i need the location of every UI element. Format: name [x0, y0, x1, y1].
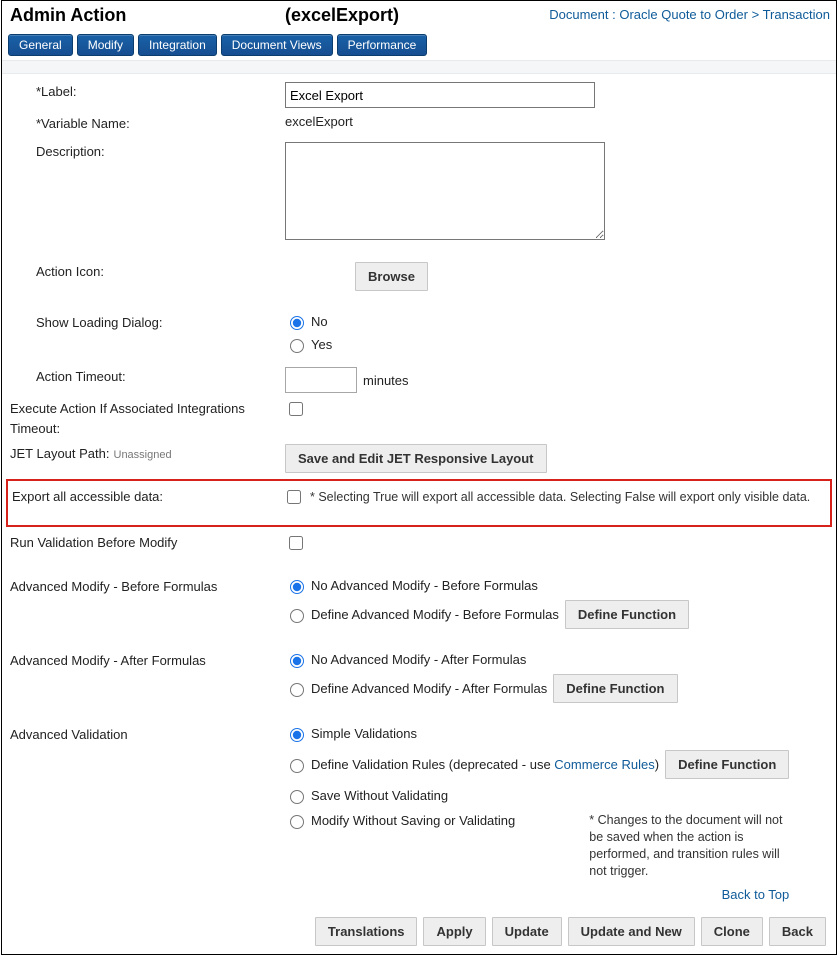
action-timeout-label: Action Timeout:	[10, 367, 285, 387]
validation-save-text: Save Without Validating	[311, 788, 448, 803]
validation-simple-option[interactable]: Simple Validations	[285, 725, 789, 742]
run-validation-label: Run Validation Before Modify	[10, 533, 285, 553]
browse-button[interactable]: Browse	[355, 262, 428, 291]
show-loading-no-radio[interactable]	[290, 316, 304, 330]
validation-define-radio[interactable]	[290, 759, 304, 773]
tab-general[interactable]: General	[8, 34, 73, 56]
variable-name-value: excelExport	[285, 114, 353, 129]
validation-simple-text: Simple Validations	[311, 726, 417, 741]
action-timeout-input[interactable]	[285, 367, 357, 393]
validation-note: * Changes to the document will not be sa…	[589, 813, 782, 878]
export-all-highlight: Export all accessible data: * Selecting …	[6, 479, 832, 527]
jet-path-label: JET Layout Path:	[10, 444, 110, 464]
breadcrumb: Document : Oracle Quote to Order > Trans…	[549, 5, 830, 22]
validation-modify-radio[interactable]	[290, 815, 304, 829]
page-subtitle: (excelExport)	[285, 5, 399, 26]
tab-bar: General Modify Integration Document View…	[8, 34, 832, 56]
adv-before-no-option[interactable]: No Advanced Modify - Before Formulas	[285, 577, 689, 594]
validation-define-function-button[interactable]: Define Function	[665, 750, 789, 779]
adv-after-no-option[interactable]: No Advanced Modify - After Formulas	[285, 651, 678, 668]
export-all-label: Export all accessible data:	[8, 487, 283, 507]
adv-before-define-text: Define Advanced Modify - Before Formulas	[311, 607, 559, 622]
translations-button[interactable]: Translations	[315, 917, 418, 946]
apply-button[interactable]: Apply	[423, 917, 485, 946]
execute-integrations-label: Execute Action If Associated Integration…	[10, 399, 285, 438]
show-loading-yes-option[interactable]: Yes	[285, 336, 332, 353]
page-title: Admin Action	[10, 5, 285, 26]
description-label: Description:	[10, 142, 285, 162]
label-input[interactable]	[285, 82, 595, 108]
execute-integrations-checkbox[interactable]	[289, 402, 303, 416]
run-validation-checkbox[interactable]	[289, 536, 303, 550]
show-loading-no-option[interactable]: No	[285, 313, 332, 330]
save-edit-jet-button[interactable]: Save and Edit JET Responsive Layout	[285, 444, 547, 473]
adv-before-no-text: No Advanced Modify - Before Formulas	[311, 578, 538, 593]
validation-modify-option[interactable]: Modify Without Saving or Validating	[285, 812, 515, 829]
export-all-checkbox[interactable]	[287, 490, 301, 504]
adv-validation-label: Advanced Validation	[10, 725, 285, 745]
validation-save-option[interactable]: Save Without Validating	[285, 787, 789, 804]
adv-before-no-radio[interactable]	[290, 580, 304, 594]
update-and-new-button[interactable]: Update and New	[568, 917, 695, 946]
tab-performance[interactable]: Performance	[337, 34, 428, 56]
validation-modify-text: Modify Without Saving or Validating	[311, 813, 515, 828]
adv-before-define-function-button[interactable]: Define Function	[565, 600, 689, 629]
adv-before-define-radio[interactable]	[290, 609, 304, 623]
button-bar: Translations Apply Update Update and New…	[10, 917, 828, 946]
breadcrumb-link-transaction[interactable]: Transaction	[763, 7, 830, 22]
jet-path-value: Unassigned	[114, 447, 172, 464]
export-all-hint: * Selecting True will export all accessi…	[310, 490, 810, 504]
section-divider	[2, 60, 836, 74]
show-loading-yes-text: Yes	[311, 337, 332, 352]
description-textarea[interactable]	[285, 142, 605, 240]
label-label: *Label:	[10, 82, 285, 102]
tab-document-views[interactable]: Document Views	[221, 34, 333, 56]
adv-before-label: Advanced Modify - Before Formulas	[10, 577, 285, 597]
action-timeout-unit: minutes	[363, 373, 409, 388]
adv-after-define-radio[interactable]	[290, 683, 304, 697]
adv-after-define-text: Define Advanced Modify - After Formulas	[311, 681, 547, 696]
adv-after-no-text: No Advanced Modify - After Formulas	[311, 652, 526, 667]
breadcrumb-link-document[interactable]: Oracle Quote to Order	[619, 7, 748, 22]
show-loading-label: Show Loading Dialog:	[10, 313, 285, 333]
breadcrumb-prefix: Document :	[549, 7, 619, 22]
adv-after-define-function-button[interactable]: Define Function	[553, 674, 677, 703]
adv-after-label: Advanced Modify - After Formulas	[10, 651, 285, 671]
back-button[interactable]: Back	[769, 917, 826, 946]
validation-define-option[interactable]: Define Validation Rules (deprecated - us…	[285, 756, 659, 773]
validation-simple-radio[interactable]	[290, 728, 304, 742]
tab-modify[interactable]: Modify	[77, 34, 134, 56]
validation-define-text: Define Validation Rules (deprecated - us…	[311, 757, 659, 772]
update-button[interactable]: Update	[492, 917, 562, 946]
adv-after-no-radio[interactable]	[290, 654, 304, 668]
show-loading-no-text: No	[311, 314, 328, 329]
breadcrumb-sep: >	[748, 7, 763, 22]
adv-after-define-option[interactable]: Define Advanced Modify - After Formulas	[285, 680, 547, 697]
adv-before-define-option[interactable]: Define Advanced Modify - Before Formulas	[285, 606, 559, 623]
variable-name-label: *Variable Name:	[10, 114, 285, 134]
back-to-top-link[interactable]: Back to Top	[589, 886, 789, 904]
commerce-rules-link[interactable]: Commerce Rules	[554, 757, 654, 772]
validation-save-radio[interactable]	[290, 790, 304, 804]
tab-integration[interactable]: Integration	[138, 34, 217, 56]
clone-button[interactable]: Clone	[701, 917, 763, 946]
action-icon-label: Action Icon:	[10, 262, 285, 282]
show-loading-yes-radio[interactable]	[290, 339, 304, 353]
